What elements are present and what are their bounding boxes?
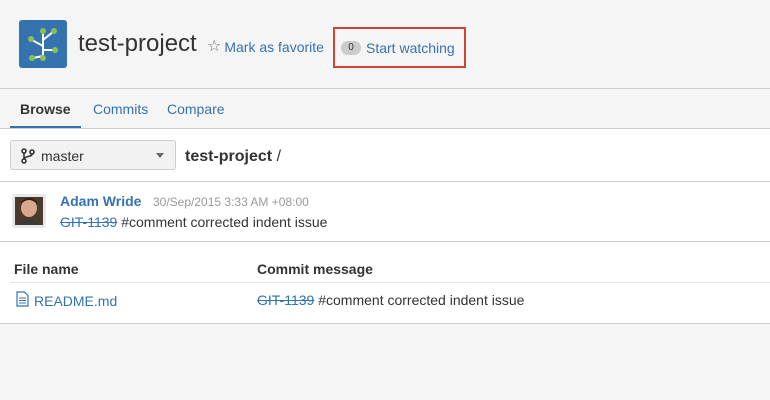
commit-date: 30/Sep/2015 3:33 AM +08:00: [153, 195, 309, 209]
divider: [0, 241, 770, 242]
browse-panel: master test-project / Adam Wride 30/Sep/…: [0, 128, 770, 324]
commit-message-text: #comment corrected indent issue: [121, 214, 328, 230]
file-commit-message: GIT-1139 #comment corrected indent issue: [257, 291, 524, 309]
watch-count-badge: 0: [341, 41, 361, 55]
branch-selector[interactable]: master: [10, 140, 176, 170]
file-name: README.md: [34, 293, 118, 309]
mark-favorite-label: Mark as favorite: [224, 39, 324, 55]
breadcrumb-separator: /: [276, 148, 282, 165]
start-watching-label: Start watching: [366, 40, 455, 56]
tab-browse[interactable]: Browse: [10, 100, 81, 129]
file-link-readme[interactable]: README.md: [16, 291, 117, 311]
breadcrumb-project[interactable]: test-project: [185, 148, 272, 165]
issue-key-link[interactable]: GIT-1139: [60, 214, 117, 230]
column-header-commit-message: Commit message: [257, 261, 373, 277]
project-logo-icon[interactable]: [19, 20, 67, 68]
chevron-down-icon: [156, 153, 164, 158]
project-header: test-project ☆ Mark as favorite 0 Start …: [0, 0, 770, 88]
branch-icon: [21, 148, 35, 169]
page-title: test-project: [78, 30, 197, 57]
divider: [10, 282, 770, 283]
nav-tabs: Browse Commits Compare: [0, 88, 770, 129]
star-icon: ☆: [207, 38, 222, 55]
tab-compare[interactable]: Compare: [167, 100, 225, 118]
commit-message: GIT-1139 #comment corrected indent issue: [60, 213, 327, 231]
column-header-file-name: File name: [14, 261, 79, 277]
start-watching-button[interactable]: 0 Start watching: [341, 39, 455, 57]
avatar[interactable]: [12, 194, 46, 228]
mark-favorite-link[interactable]: ☆ Mark as favorite: [207, 38, 324, 56]
issue-key-link[interactable]: GIT-1139: [257, 292, 314, 308]
breadcrumb: test-project /: [185, 147, 281, 167]
tab-commits[interactable]: Commits: [93, 100, 148, 118]
commit-author[interactable]: Adam Wride: [60, 193, 141, 209]
file-commit-message-text: #comment corrected indent issue: [318, 292, 525, 308]
divider: [0, 181, 770, 182]
branch-selected-value: master: [41, 148, 84, 164]
file-icon: [16, 291, 29, 311]
